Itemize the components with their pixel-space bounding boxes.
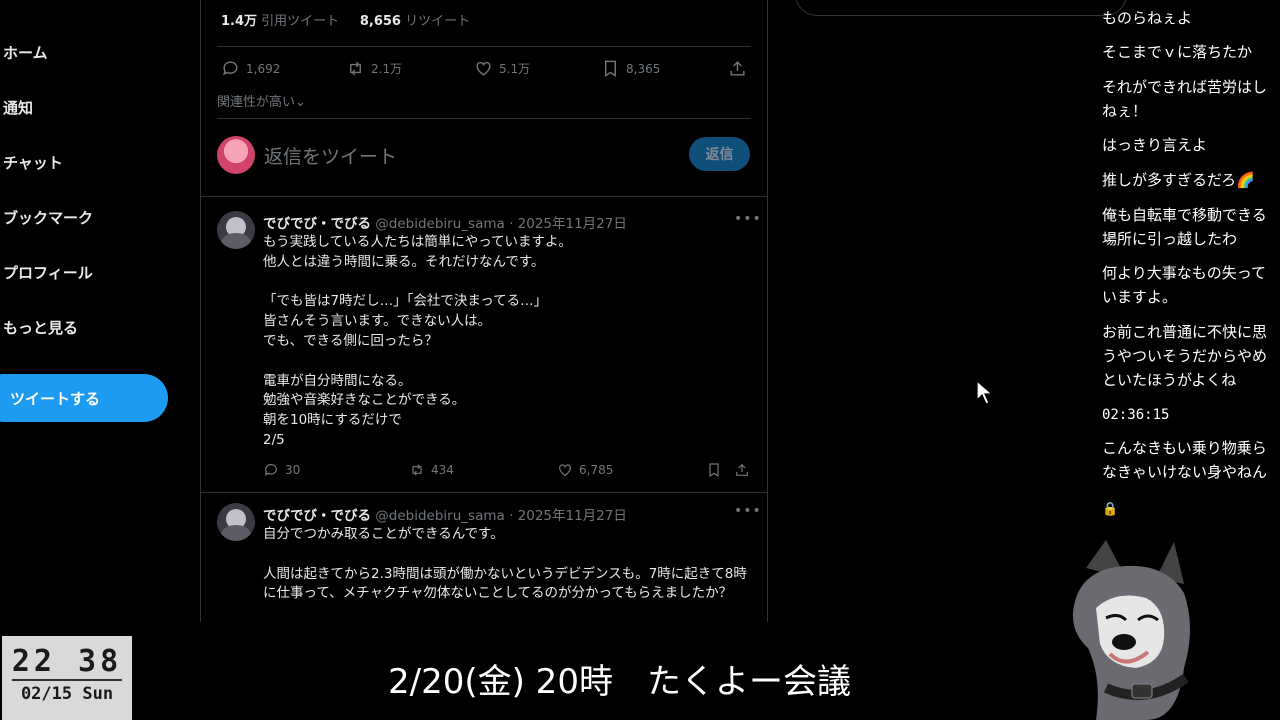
share-icon — [730, 61, 745, 76]
nav-item-home[interactable]: ホーム — [3, 42, 48, 63]
bookmark-action[interactable] — [706, 462, 722, 478]
tweet-header: でびでび・でびる @debidebiru_sama · 2025年11月27日 — [263, 212, 627, 232]
chat-message: お前これ普通に不快に思うやつ​いそうだからやめといたほうがよくね — [1102, 323, 1268, 389]
nav-item-chat[interactable]: チャット — [3, 152, 63, 173]
retweet-icon — [412, 464, 422, 476]
tweet-stats: 1.4万 引用ツイート 8,656 リツイート — [221, 10, 470, 29]
sort-relevance-dropdown[interactable]: 関連性が高い⌄ — [217, 91, 306, 110]
chat-message: 何より大事なもの失っていますよ。 — [1102, 264, 1266, 306]
share-action[interactable] — [728, 59, 747, 78]
chat-message: 俺も自転車で移動できる場所に引っ越したわ — [1102, 206, 1267, 248]
tweet-author-name[interactable]: でびでび・でびる — [263, 216, 371, 232]
share-icon — [736, 463, 748, 476]
search-box-edge[interactable] — [795, 0, 1127, 16]
reply-action[interactable]: 30 — [263, 462, 300, 478]
divider — [201, 196, 767, 197]
share-action[interactable] — [734, 462, 750, 478]
mouse-cursor-icon — [976, 380, 994, 405]
timeline-column: 1.4万 引用ツイート 8,656 リツイート 1,692 2.1万 5.1万 … — [200, 0, 768, 622]
chat-message: ものらねぇよ — [1102, 9, 1193, 27]
chat-message: 02:36:15 — [1102, 407, 1170, 423]
relevance-label: 関連性が高い — [217, 95, 296, 110]
quotes-label: 引用ツイート — [261, 14, 340, 29]
chat-message: 推しが多すぎるだろ🌈 — [1102, 171, 1255, 189]
husky-avatar-icon — [1072, 540, 1190, 720]
bookmark-icon — [605, 60, 616, 77]
tweet-text: もう実践している人たちは簡単にやっていますよ。 他人とは違う時間に乗る。それだけ… — [263, 234, 573, 448]
bookmark-icon — [709, 463, 719, 478]
more-icon[interactable]: ••• — [734, 211, 762, 227]
divider — [217, 118, 751, 119]
more-icon[interactable]: ••• — [734, 503, 762, 519]
like-count: 5.1万 — [499, 62, 531, 76]
tweet-header: でびでび・でびる @debidebiru_sama · 2025年11月27日 — [263, 504, 627, 524]
retweets-label: リツイート — [405, 14, 471, 29]
chat-message: はっきり言えよ — [1102, 136, 1208, 154]
chevron-down-icon: ⌄ — [295, 95, 306, 110]
like-action[interactable]: 6,785 — [557, 462, 613, 478]
nav-item-more[interactable]: もっと見る — [3, 317, 78, 338]
retweets-count[interactable]: 8,656 — [360, 14, 401, 29]
avatar[interactable] — [217, 503, 255, 541]
tweet-author-handle[interactable]: @debidebiru_sama · 2025年11月27日 — [375, 216, 627, 232]
tweet-button[interactable]: ツイートする — [0, 374, 168, 422]
clock-widget: 22 38 02/15 Sun — [2, 636, 132, 720]
quotes-count[interactable]: 1.4万 — [221, 14, 257, 29]
reply-icon — [264, 464, 277, 476]
reply-action[interactable]: 1,692 — [221, 59, 280, 78]
heart-icon — [476, 61, 491, 76]
avatar — [217, 136, 255, 174]
chat-message: それができれば苦労はしねぇ！ — [1102, 78, 1268, 120]
tweet-author-name[interactable]: でびでび・でびる — [263, 508, 371, 524]
nav-item-profile[interactable]: プロフィール — [3, 262, 93, 283]
clock-date: 02/15 Sun — [20, 684, 114, 704]
nav-item-notifications[interactable]: 通知 — [3, 97, 33, 118]
chat-message: 🔒 — [1102, 502, 1119, 517]
chat-message: こんなきもい乗り物乗らなきゃいけない身やねん — [1102, 439, 1268, 481]
reply-icon — [223, 61, 238, 76]
retweet-icon — [350, 61, 361, 76]
reply-input[interactable]: 返信をツイート — [264, 142, 397, 169]
retweet-action[interactable]: 2.1万 — [346, 59, 402, 78]
chat-message: そこまでｖに落ちたか — [1102, 43, 1253, 61]
retweet-action[interactable]: 434 — [409, 462, 454, 478]
reply-button[interactable]: 返信 — [689, 137, 750, 171]
like-action[interactable]: 5.1万 — [474, 59, 530, 78]
divider — [12, 679, 122, 681]
like-count: 6,785 — [579, 463, 614, 477]
stream-caption: 2/20(金) 20時 たくよー会議 — [388, 662, 851, 702]
reply-count: 30 — [285, 463, 301, 477]
retweet-count: 2.1万 — [371, 62, 403, 76]
divider — [201, 492, 767, 493]
retweet-count: 434 — [431, 463, 454, 477]
nav-item-bookmarks[interactable]: ブックマーク — [3, 207, 93, 228]
tweet-text: 自分でつかみ取ることができるんです。 人間は起きてから2.3時間は頭が働かないと… — [263, 526, 747, 602]
bookmark-action[interactable]: 8,365 — [601, 59, 660, 78]
reply-count: 1,692 — [246, 61, 281, 76]
bookmark-count: 8,365 — [626, 61, 661, 76]
tweet-author-handle[interactable]: @debidebiru_sama · 2025年11月27日 — [375, 508, 627, 524]
heart-icon — [559, 464, 571, 477]
divider — [217, 46, 751, 47]
clock-time: 22 38 — [11, 644, 123, 679]
avatar[interactable] — [217, 211, 255, 249]
